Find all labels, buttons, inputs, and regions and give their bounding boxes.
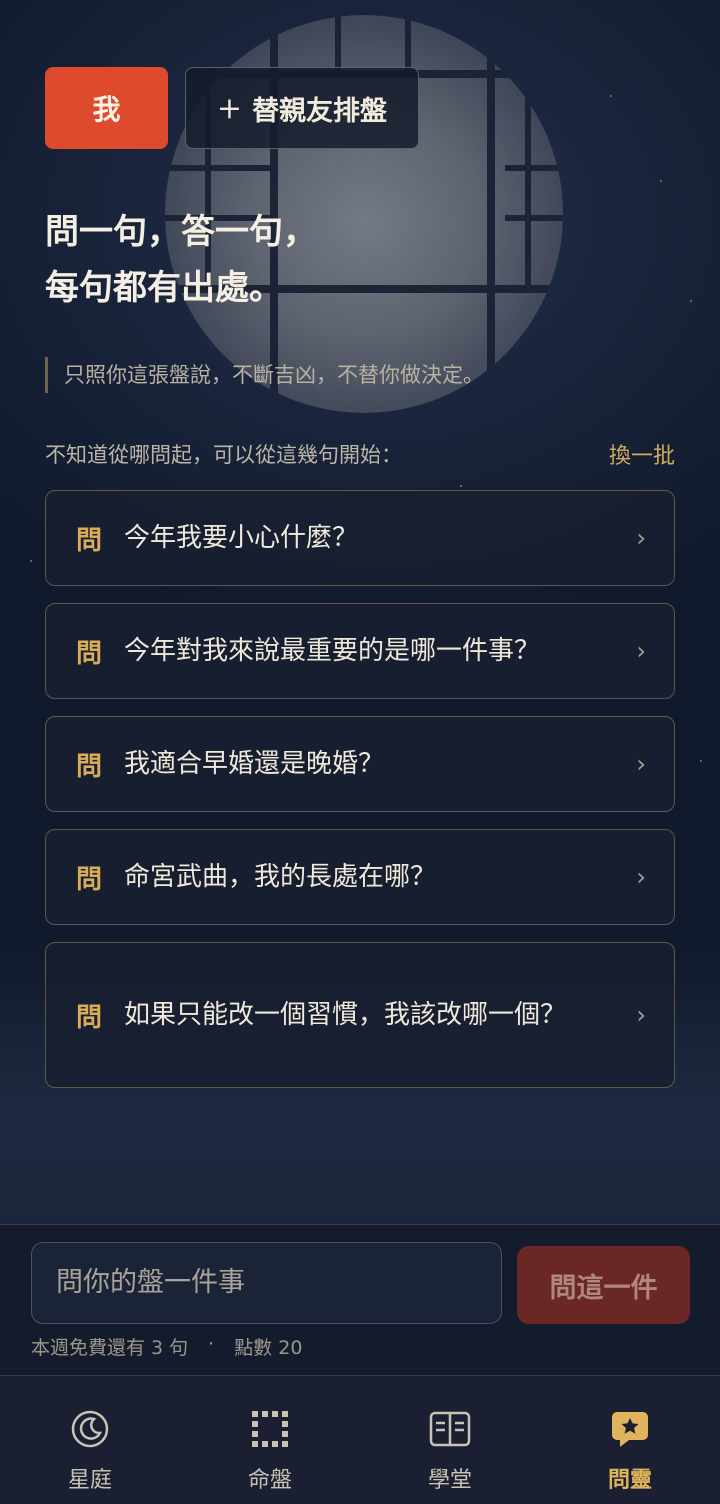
suggested-question[interactable]: 問 如果只能改一個習慣，我該改哪一個？ › xyxy=(45,942,675,1088)
headline-line-2: 每句都有出處。 xyxy=(45,268,283,308)
suggestion-prompt: 不知道從哪問起，可以從這幾句開始： xyxy=(45,443,402,467)
suggested-question[interactable]: 問 今年對我來說最重要的是哪一件事？ › xyxy=(45,603,675,699)
question-text: 命宮武曲，我的長處在哪？ xyxy=(124,862,437,892)
question-text: 我適合早婚還是晚婚？ xyxy=(124,749,385,779)
chevron-right-icon: › xyxy=(636,863,646,891)
chat-bubble-icon xyxy=(612,1412,648,1447)
add-relative-chart-button[interactable]: + 替親友排盤 xyxy=(185,67,419,149)
question-composer: 問你的盤一件事 問這一件 本週免費還有 3 句 · 點數 20 xyxy=(0,1224,720,1374)
submit-question-button[interactable]: 問這一件 xyxy=(517,1246,690,1324)
suggested-question[interactable]: 問 命宮武曲，我的長處在哪？ › xyxy=(45,829,675,925)
question-tag: 問 xyxy=(76,525,103,556)
add-relative-chart-label: 替親友排盤 xyxy=(252,95,388,127)
nav-label: 星庭 xyxy=(67,1468,112,1493)
tab-me[interactable]: 我 xyxy=(45,67,168,149)
suggested-question[interactable]: 問 今年我要小心什麼？ › xyxy=(45,490,675,586)
question-tag: 問 xyxy=(76,864,103,895)
tab-me-label: 我 xyxy=(92,93,121,126)
chevron-right-icon: › xyxy=(636,750,646,778)
chevron-right-icon: › xyxy=(636,1001,646,1029)
refresh-suggestions-button[interactable]: 換一批 xyxy=(609,438,675,470)
grid-chart-icon xyxy=(252,1411,288,1447)
nav-item-star-court[interactable]: 星庭 xyxy=(0,1376,180,1504)
moon-icon xyxy=(71,1410,109,1448)
separator-dot: · xyxy=(208,1333,215,1355)
quota-info: 本週免費還有 3 句 · 點數 20 xyxy=(31,1333,302,1360)
headline-line-1: 問一句，答一句， xyxy=(45,212,317,252)
book-icon xyxy=(429,1411,471,1447)
nav-item-chart[interactable]: 命盤 xyxy=(180,1376,360,1504)
question-text: 今年我要小心什麼？ xyxy=(124,523,359,553)
nav-item-ask-spirit[interactable]: 問靈 xyxy=(540,1376,720,1504)
free-quota-text: 本週免費還有 3 句 xyxy=(31,1337,189,1359)
bottom-navigation: 星庭 命盤 學堂 問靈 xyxy=(0,1375,720,1504)
subtitle-quote: 只照你這張盤說，不斷吉凶，不替你做決定。 xyxy=(45,357,484,393)
plus-icon: + xyxy=(216,90,243,126)
question-text: 今年對我來說最重要的是哪一件事？ xyxy=(124,636,541,666)
nav-label: 學堂 xyxy=(427,1468,472,1493)
question-input[interactable]: 問你的盤一件事 xyxy=(31,1242,502,1324)
question-text: 如果只能改一個習慣，我該改哪一個？ xyxy=(124,1000,567,1030)
chevron-right-icon: › xyxy=(636,524,646,552)
nav-label: 問靈 xyxy=(607,1468,652,1493)
profile-tabs: 我 + 替親友排盤 xyxy=(45,67,419,149)
question-tag: 問 xyxy=(76,751,103,782)
suggested-questions-list: 問 今年我要小心什麼？ › 問 今年對我來說最重要的是哪一件事？ › 問 我適合… xyxy=(45,490,675,1105)
suggested-question[interactable]: 問 我適合早婚還是晚婚？ › xyxy=(45,716,675,812)
question-tag: 問 xyxy=(76,638,103,669)
chevron-right-icon: › xyxy=(636,637,646,665)
question-tag: 問 xyxy=(76,1002,103,1033)
suggestion-header: 不知道從哪問起，可以從這幾句開始： 換一批 xyxy=(45,438,675,470)
nav-label: 命盤 xyxy=(247,1468,292,1493)
page-headline: 問一句，答一句， 每句都有出處。 xyxy=(45,204,317,316)
nav-item-academy[interactable]: 學堂 xyxy=(360,1376,540,1504)
points-balance: 點數 20 xyxy=(234,1337,303,1359)
